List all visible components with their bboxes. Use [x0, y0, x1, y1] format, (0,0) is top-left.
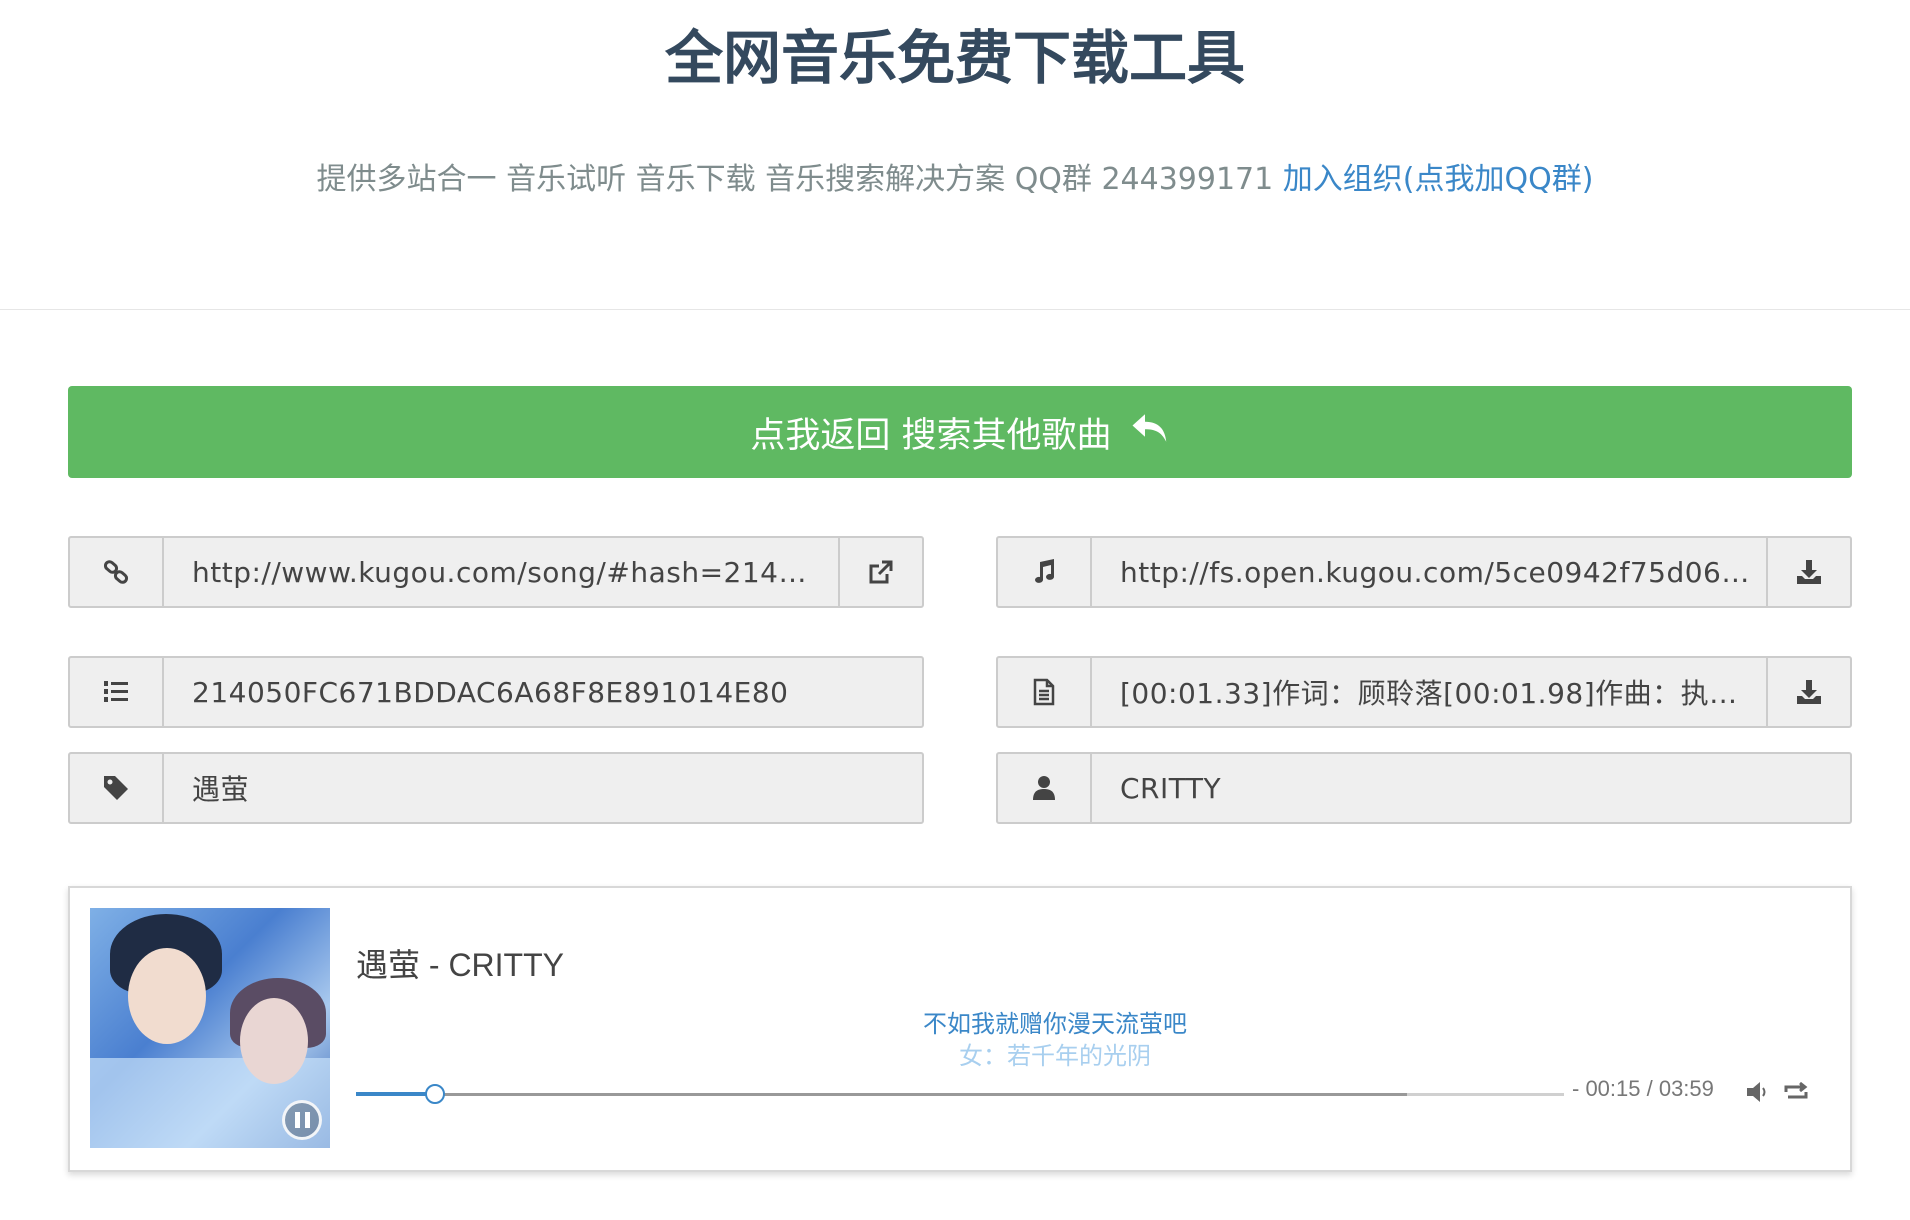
audio-player: 遇萤 - CRITTY 不如我就赠你漫天流萤吧 女：若千年的光阴 - 00:15…	[68, 886, 1852, 1172]
link-icon	[70, 538, 164, 606]
song-id-value[interactable]: 214050FC671BDDAC6A68F8E891014E80	[164, 658, 922, 726]
music-note-icon	[998, 538, 1092, 606]
page-header: 全网音乐免费下载工具 提供多站合一 音乐试听 音乐下载 音乐搜索解决方案 QQ群…	[0, 0, 1910, 310]
download-lyrics-button[interactable]	[1766, 658, 1850, 726]
volume-icon[interactable]	[1744, 1078, 1772, 1106]
artist-field: CRITTY	[996, 752, 1852, 824]
back-search-label: 点我返回 搜索其他歌曲	[750, 415, 1112, 456]
external-link-icon	[869, 560, 893, 584]
tag-icon	[70, 754, 164, 822]
album-cover	[90, 908, 330, 1148]
progress-handle[interactable]	[424, 1084, 445, 1104]
song-name-value[interactable]: 遇萤	[164, 754, 922, 822]
progress-played	[356, 1092, 435, 1096]
download-icon	[1797, 680, 1821, 704]
pause-button[interactable]	[282, 1100, 322, 1140]
lyric-next-line: 女：若千年的光阴	[959, 1042, 1151, 1070]
song-link-value[interactable]: http://www.kugou.com/song/#hash=214…	[164, 538, 838, 606]
download-icon	[1797, 560, 1821, 584]
file-text-icon	[998, 658, 1092, 726]
lyric-current-line: 不如我就赠你漫天流萤吧	[923, 1010, 1187, 1038]
loop-mode-icon[interactable]	[1782, 1078, 1810, 1106]
page-title: 全网音乐免费下载工具	[664, 24, 1245, 92]
song-link-field: http://www.kugou.com/song/#hash=214…	[68, 536, 924, 608]
progress-loaded	[356, 1093, 1407, 1096]
join-qq-group-link[interactable]: 加入组织(点我加QQ群)	[1283, 162, 1594, 197]
progress-bar[interactable]	[356, 1084, 1564, 1104]
download-audio-button[interactable]	[1766, 538, 1850, 606]
list-ol-icon	[70, 658, 164, 726]
audio-url-value[interactable]: http://fs.open.kugou.com/5ce0942f75d06…	[1092, 538, 1766, 606]
time-display: - 00:15 / 03:59	[1572, 1076, 1714, 1101]
subtitle-text: 提供多站合一 音乐试听 音乐下载 音乐搜索解决方案 QQ群 244399171	[316, 162, 1274, 197]
song-name-field: 遇萤	[68, 752, 924, 824]
user-icon	[998, 754, 1092, 822]
reply-icon	[1130, 409, 1170, 456]
back-search-button[interactable]: 点我返回 搜索其他歌曲	[68, 386, 1852, 478]
artist-value[interactable]: CRITTY	[1092, 754, 1850, 822]
page-subtitle: 提供多站合一 音乐试听 音乐下载 音乐搜索解决方案 QQ群 244399171 …	[0, 156, 1910, 204]
lyrics-value[interactable]: [00:01.33]作词：顾聆落[00:01.98]作曲：执…	[1092, 658, 1766, 726]
lyrics-field: [00:01.33]作词：顾聆落[00:01.98]作曲：执…	[996, 656, 1852, 728]
player-song-title: 遇萤 - CRITTY	[356, 947, 564, 983]
audio-url-field: http://fs.open.kugou.com/5ce0942f75d06…	[996, 536, 1852, 608]
open-link-button[interactable]	[838, 538, 922, 606]
song-id-field: 214050FC671BDDAC6A68F8E891014E80	[68, 656, 924, 728]
